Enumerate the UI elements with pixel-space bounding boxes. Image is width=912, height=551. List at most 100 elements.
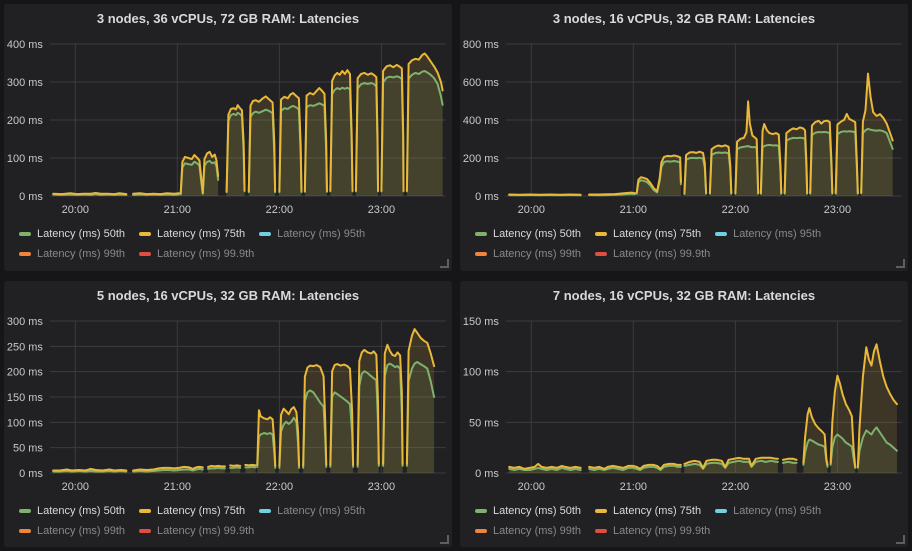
- legend-row: Latency (ms) 99th Latency (ms) 99.9th: [475, 244, 900, 264]
- y-tick-label: 200 ms: [7, 115, 43, 127]
- panel-title[interactable]: 7 nodes, 16 vCPUs, 32 GB RAM: Latencies: [460, 281, 908, 307]
- legend-series-label: Latency (ms) 95th: [733, 228, 821, 240]
- series-color-swatch-icon: [19, 509, 31, 513]
- y-tick-label: 0 ms: [19, 191, 43, 203]
- series-fill-75th: [381, 65, 403, 196]
- series-color-swatch-icon: [475, 232, 487, 236]
- series-fill-75th: [783, 458, 797, 472]
- x-tick-label: 20:00: [518, 480, 545, 492]
- y-tick-label: 200 ms: [463, 153, 499, 165]
- y-tick-label: 0 ms: [475, 467, 499, 479]
- latency-chart[interactable]: 20:0021:0022:0023:000 ms50 ms100 ms150 m…: [460, 309, 908, 501]
- y-tick-label: 50 ms: [469, 417, 499, 429]
- legend-item-99th[interactable]: Latency (ms) 99th: [475, 525, 581, 537]
- y-tick-label: 400 ms: [7, 39, 43, 51]
- x-tick-label: 20:00: [62, 204, 89, 216]
- legend-item-50th[interactable]: Latency (ms) 50th: [19, 505, 125, 517]
- latency-panel: 3 nodes, 16 vCPUs, 32 GB RAM: Latencies …: [460, 4, 908, 271]
- series-line-75th: [783, 458, 797, 459]
- legend-item-75th[interactable]: Latency (ms) 75th: [139, 228, 245, 240]
- legend-series-label: Latency (ms) 75th: [157, 228, 245, 240]
- series-color-swatch-icon: [19, 232, 31, 236]
- x-tick-label: 21:00: [164, 204, 191, 216]
- legend-item-50th[interactable]: Latency (ms) 50th: [475, 228, 581, 240]
- panel-title[interactable]: 3 nodes, 16 vCPUs, 32 GB RAM: Latencies: [460, 4, 908, 30]
- chart-legend: Latency (ms) 50th Latency (ms) 75th Latenc…: [19, 224, 444, 264]
- x-tick-label: 22:00: [722, 204, 749, 216]
- legend-series-label: Latency (ms) 99.9th: [613, 525, 710, 537]
- panel-resize-handle[interactable]: [440, 535, 449, 544]
- series-line-75th: [509, 463, 580, 468]
- latency-chart[interactable]: 20:0021:0022:0023:000 ms50 ms100 ms150 m…: [4, 309, 452, 501]
- legend-row: Latency (ms) 50th Latency (ms) 75th Latenc…: [475, 501, 900, 521]
- panel-resize-handle[interactable]: [896, 259, 905, 268]
- y-tick-label: 600 ms: [463, 77, 499, 89]
- series-line-50th: [783, 461, 797, 462]
- x-tick-label: 20:00: [518, 204, 545, 216]
- legend-row: Latency (ms) 50th Latency (ms) 75th Latenc…: [19, 224, 444, 244]
- y-tick-label: 100 ms: [7, 417, 43, 429]
- series-color-swatch-icon: [595, 232, 607, 236]
- dashboard: 3 nodes, 36 vCPUs, 72 GB RAM: Latencies …: [0, 0, 912, 551]
- legend-item-95th[interactable]: Latency (ms) 95th: [715, 228, 821, 240]
- series-line-75th: [230, 465, 240, 466]
- series-color-swatch-icon: [715, 232, 727, 236]
- legend-series-label: Latency (ms) 99.9th: [613, 248, 710, 260]
- legend-item-99.9th[interactable]: Latency (ms) 99.9th: [595, 248, 710, 260]
- y-tick-label: 800 ms: [463, 39, 499, 51]
- x-tick-label: 21:00: [620, 480, 647, 492]
- x-tick-label: 21:00: [620, 204, 647, 216]
- series-line-75th: [133, 193, 179, 194]
- legend-series-label: Latency (ms) 50th: [493, 505, 581, 517]
- series-color-swatch-icon: [475, 509, 487, 513]
- y-tick-label: 150 ms: [7, 391, 43, 403]
- legend-item-75th[interactable]: Latency (ms) 75th: [595, 228, 701, 240]
- series-line-75th: [245, 464, 255, 465]
- panel-title[interactable]: 5 nodes, 16 vCPUs, 32 GB RAM: Latencies: [4, 281, 452, 307]
- legend-series-label: Latency (ms) 75th: [157, 505, 245, 517]
- y-tick-label: 0 ms: [475, 191, 499, 203]
- legend-series-label: Latency (ms) 99.9th: [157, 248, 254, 260]
- legend-item-75th[interactable]: Latency (ms) 75th: [595, 505, 701, 517]
- legend-series-label: Latency (ms) 50th: [37, 228, 125, 240]
- legend-item-75th[interactable]: Latency (ms) 75th: [139, 505, 245, 517]
- legend-item-99.9th[interactable]: Latency (ms) 99.9th: [139, 248, 254, 260]
- panel-resize-handle[interactable]: [440, 259, 449, 268]
- series-color-swatch-icon: [715, 509, 727, 513]
- latency-chart[interactable]: 20:0021:0022:0023:000 ms100 ms200 ms300 …: [4, 32, 452, 224]
- legend-series-label: Latency (ms) 99.9th: [157, 525, 254, 537]
- legend-series-label: Latency (ms) 75th: [613, 228, 701, 240]
- legend-series-label: Latency (ms) 99th: [493, 525, 581, 537]
- series-line-75th: [53, 193, 126, 194]
- y-tick-label: 300 ms: [7, 77, 43, 89]
- panel-resize-handle[interactable]: [896, 535, 905, 544]
- series-color-swatch-icon: [259, 509, 271, 513]
- series-line-50th: [245, 466, 255, 467]
- panel-title[interactable]: 3 nodes, 36 vCPUs, 72 GB RAM: Latencies: [4, 4, 452, 30]
- x-tick-label: 20:00: [62, 480, 89, 492]
- legend-item-95th[interactable]: Latency (ms) 95th: [715, 505, 821, 517]
- legend-item-50th[interactable]: Latency (ms) 50th: [475, 505, 581, 517]
- legend-item-50th[interactable]: Latency (ms) 50th: [19, 228, 125, 240]
- legend-row: Latency (ms) 99th Latency (ms) 99.9th: [19, 244, 444, 264]
- latency-panel: 3 nodes, 36 vCPUs, 72 GB RAM: Latencies …: [4, 4, 452, 271]
- legend-series-label: Latency (ms) 95th: [277, 228, 365, 240]
- legend-item-95th[interactable]: Latency (ms) 95th: [259, 228, 365, 240]
- legend-series-label: Latency (ms) 50th: [37, 505, 125, 517]
- series-color-swatch-icon: [475, 529, 487, 533]
- legend-item-95th[interactable]: Latency (ms) 95th: [259, 505, 365, 517]
- legend-series-label: Latency (ms) 99th: [493, 248, 581, 260]
- series-color-swatch-icon: [595, 509, 607, 513]
- latency-chart[interactable]: 20:0021:0022:0023:000 ms200 ms400 ms600 …: [460, 32, 908, 224]
- series-color-swatch-icon: [139, 252, 151, 256]
- series-line-75th: [208, 465, 225, 466]
- legend-item-99th[interactable]: Latency (ms) 99th: [475, 248, 581, 260]
- legend-item-99.9th[interactable]: Latency (ms) 99.9th: [595, 525, 710, 537]
- latency-panel: 5 nodes, 16 vCPUs, 32 GB RAM: Latencies …: [4, 281, 452, 548]
- y-tick-label: 250 ms: [7, 341, 43, 353]
- legend-item-99th[interactable]: Latency (ms) 99th: [19, 248, 125, 260]
- legend-item-99th[interactable]: Latency (ms) 99th: [19, 525, 125, 537]
- series-color-swatch-icon: [139, 529, 151, 533]
- legend-item-99.9th[interactable]: Latency (ms) 99.9th: [139, 525, 254, 537]
- x-tick-label: 22:00: [722, 480, 749, 492]
